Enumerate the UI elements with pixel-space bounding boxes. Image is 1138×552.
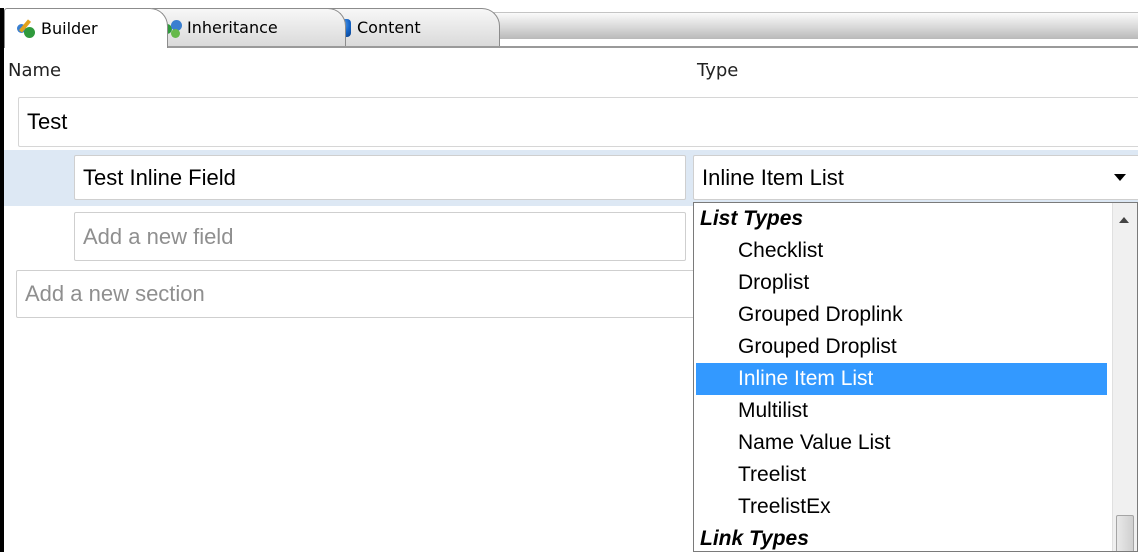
field-type-select[interactable]: Inline Item List	[693, 155, 1138, 200]
option-grouped-droplink[interactable]: Grouped Droplink	[694, 299, 1114, 331]
option-name-value-list[interactable]: Name Value List	[694, 427, 1114, 459]
tab-builder[interactable]: Builder	[4, 8, 168, 48]
column-header-name: Name	[8, 60, 62, 81]
tab-strip-baseline	[0, 46, 1138, 48]
option-checklist[interactable]: Checklist	[694, 235, 1114, 267]
option-multilist[interactable]: Multilist	[694, 395, 1114, 427]
dropdown-scrollbar[interactable]	[1112, 203, 1137, 551]
option-droplist[interactable]: Droplist	[694, 267, 1114, 299]
scroll-thumb[interactable]	[1116, 515, 1134, 551]
option-inline-item-list[interactable]: Inline Item List	[696, 363, 1107, 395]
tab-strip-top	[0, 0, 1138, 8]
tab-strip-background	[480, 12, 1138, 39]
field-name-input[interactable]: Test Inline Field	[74, 155, 686, 200]
tab-content-label: Content	[357, 18, 421, 37]
option-group-list-types: List Types	[700, 207, 804, 230]
tab-content[interactable]: Content	[320, 8, 500, 46]
option-treelistex[interactable]: TreelistEx	[694, 491, 1114, 523]
add-field-input[interactable]: Add a new field	[74, 212, 686, 261]
chevron-down-icon[interactable]	[1114, 174, 1126, 181]
tab-strip: Content Inheritance Builder	[0, 0, 1138, 48]
option-group-link-types: Link Types	[700, 527, 809, 550]
tab-inheritance[interactable]: Inheritance	[150, 8, 346, 46]
section-name-input[interactable]: Test	[18, 97, 1138, 147]
option-treelist[interactable]: Treelist	[694, 459, 1114, 491]
tab-builder-label: Builder	[41, 19, 98, 38]
column-header-type: Type	[697, 60, 739, 81]
type-dropdown-list[interactable]: List Types Checklist Droplist Grouped Dr…	[693, 202, 1138, 552]
scroll-up-icon[interactable]	[1119, 217, 1129, 223]
dropdown-options: List Types Checklist Droplist Grouped Dr…	[694, 203, 1114, 551]
field-type-value: Inline Item List	[702, 164, 844, 190]
add-section-input[interactable]: Add a new section	[16, 270, 706, 318]
option-grouped-droplist[interactable]: Grouped Droplist	[694, 331, 1114, 363]
tab-inheritance-label: Inheritance	[187, 18, 278, 37]
left-border	[0, 8, 4, 552]
builder-icon	[15, 18, 37, 40]
